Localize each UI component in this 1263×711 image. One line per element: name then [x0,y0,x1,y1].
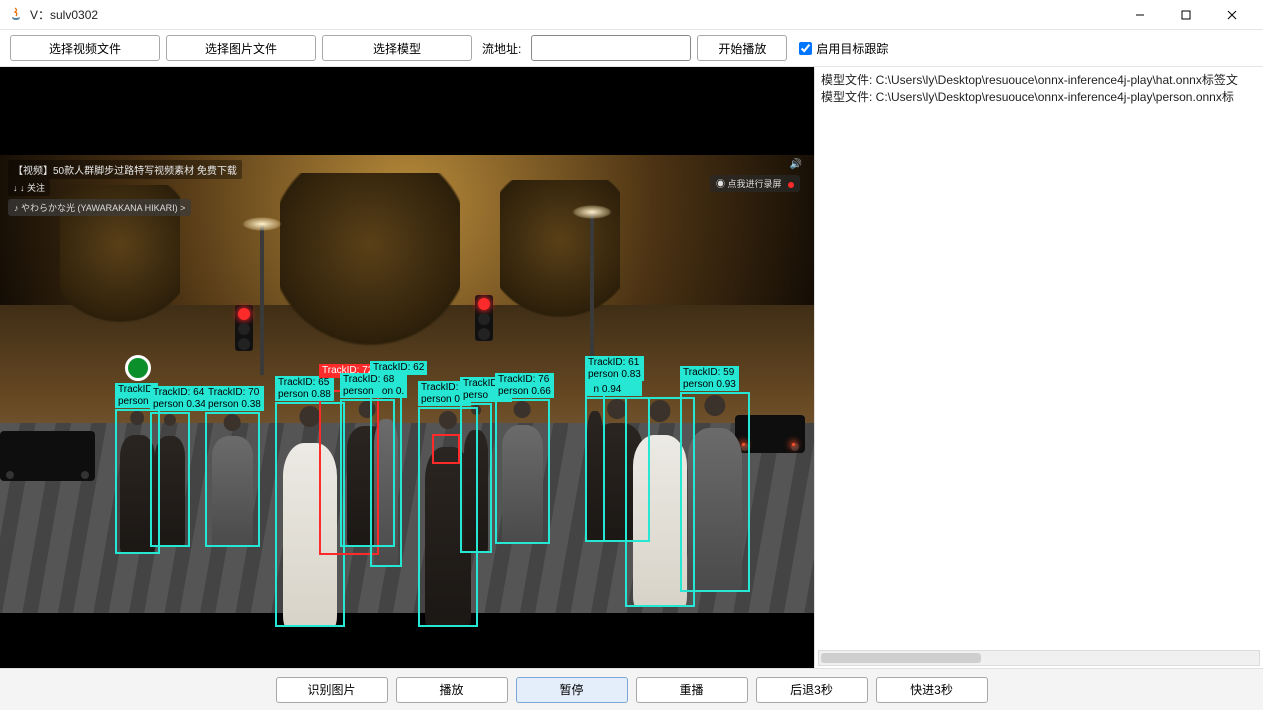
volume-icon: 🔊 [790,159,802,170]
enable-tracking-checkbox[interactable]: 启用目标跟踪 [799,40,888,57]
car [0,431,95,481]
title-bar: V：sulv0302 [0,0,1263,30]
tree [500,180,620,330]
java-icon [8,7,24,23]
log-pane: 模型文件: C:\Users\ly\Desktop\resuouce\onnx-… [814,67,1263,668]
detection-box-hat [432,434,460,464]
tracking-checkbox-input[interactable] [799,42,812,55]
detection-label: TrackID: 70 person 0.38 [205,386,264,411]
log-horizontal-scrollbar[interactable] [818,650,1260,666]
select-image-button[interactable]: 选择图片文件 [166,35,316,61]
detection-label: TrackID: 76 person 0.66 [495,373,554,398]
detection-label: TrackID: 68 person on 0. [340,373,407,398]
detection-label: TrackID: 62 [370,361,427,375]
music-chip: ♪ やわらかな光 (YAWARAKANA HIKARI) > [8,199,191,216]
green-lamp [238,338,250,350]
streetlight [260,225,264,375]
stream-url-input[interactable] [531,35,691,61]
log-line: 模型文件: C:\Users\ly\Desktop\resuouce\onnx-… [821,88,1257,105]
scrollbar-thumb[interactable] [821,653,981,663]
green-lamp [478,328,490,340]
select-model-button[interactable]: 选择模型 [322,35,472,61]
stream-label: 流地址: [482,40,521,57]
detection-label: TrackID: 65 person 0.88 [275,376,334,401]
amber-lamp [478,313,490,325]
video-sub-banner: ↓ ↓ 关注 [8,179,50,196]
detection-box-person: TrackID: 62 [370,387,402,567]
top-toolbar: 选择视频文件 选择图片文件 选择模型 流地址: 开始播放 启用目标跟踪 [0,30,1263,66]
tracking-checkbox-label: 启用目标跟踪 [816,40,888,57]
forward-3s-button[interactable]: 快进3秒 [876,677,988,703]
bottom-toolbar: 识别图片 播放 暂停 重播 后退3秒 快进3秒 [0,668,1263,710]
minimize-button[interactable] [1117,0,1163,30]
select-video-button[interactable]: 选择视频文件 [10,35,160,61]
traffic-light [475,295,493,341]
pause-button[interactable]: 暂停 [516,677,628,703]
amber-lamp [238,323,250,335]
detection-label: TrackID: 64 person 0.34 [150,386,209,411]
close-button[interactable] [1209,0,1255,30]
record-chip: ◉ 点我进行录屏 [710,175,800,192]
streetlight [590,213,594,378]
detection-box-person: TrackID: 70 person 0.38 [205,412,260,547]
red-lamp [478,298,490,310]
back-3s-button[interactable]: 后退3秒 [756,677,868,703]
record-chip-text: ◉ 点我进行录屏 [716,179,782,189]
video-frame: 【视频】50款人群脚步过路特写视频素材 免费下载 ↓ ↓ 关注 ♪ やわらかな光… [0,155,814,613]
maximize-button[interactable] [1163,0,1209,30]
play-button[interactable]: 播放 [396,677,508,703]
video-title-banner: 【视频】50款人群脚步过路特写视频素材 免费下载 [8,160,242,179]
detection-box-person: TrackID: 76 person 0.66 [495,399,550,544]
tree [280,173,460,353]
red-lamp [238,308,250,320]
detection-label: TrackID: 61 person 0.83 [585,356,644,381]
detection-label: TrackID: 59 person 0.93 [680,366,739,391]
window-title: V：sulv0302 [30,6,1117,23]
window-controls [1117,0,1255,30]
detection-box-person: TrackID: 64 person 0.34 [150,412,190,547]
detection-box-person: TrackID: 61 person 0.83 [585,382,605,542]
log-line: 模型文件: C:\Users\ly\Desktop\resuouce\onnx-… [821,71,1257,88]
detection-box-person: TrackID: 6 perso [460,403,492,553]
taillight [792,443,795,446]
main-area: 【视频】50款人群脚步过路特写视频素材 免费下载 ↓ ↓ 关注 ♪ やわらかな光… [0,66,1263,668]
detection-box-person: TrackID: 59 person 0.93 [680,392,750,592]
record-dot-icon [788,182,794,188]
pedestrian-signal-green [125,355,151,381]
video-pane: 【视频】50款人群脚步过路特写视频素材 免费下载 ↓ ↓ 关注 ♪ やわらかな光… [0,67,814,668]
replay-button[interactable]: 重播 [636,677,748,703]
traffic-light [235,305,253,351]
start-play-button[interactable]: 开始播放 [697,35,787,61]
recognize-image-button[interactable]: 识别图片 [276,677,388,703]
